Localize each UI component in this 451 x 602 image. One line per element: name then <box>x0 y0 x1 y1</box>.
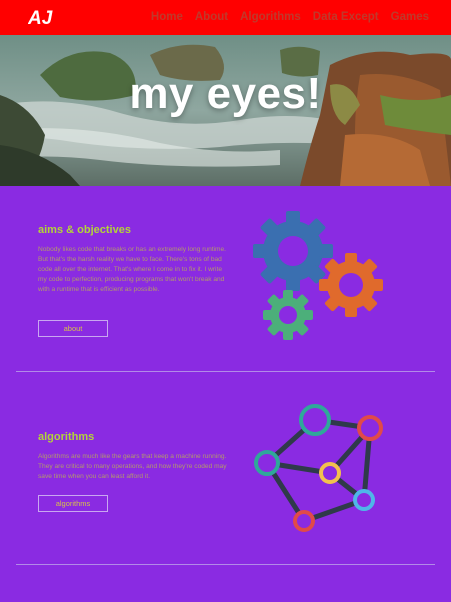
section-title-aims: aims & objectives <box>38 224 131 236</box>
algorithms-button[interactable]: algorithms <box>38 495 108 512</box>
nav-link-about[interactable]: About <box>195 11 228 23</box>
nav-links: Home About Algorithms Data Except Games <box>151 11 429 23</box>
hero-title: my eyes! <box>129 69 322 118</box>
nav-link-games[interactable]: Games <box>391 11 429 23</box>
nav-link-data-except[interactable]: Data Except <box>313 11 379 23</box>
section-body-algorithms: Algorithms are much like the gears that … <box>38 453 227 480</box>
gears-icon <box>253 211 383 340</box>
network-graph-icon <box>254 404 383 532</box>
aj-logo[interactable]: AJ <box>28 7 62 27</box>
nav-link-home[interactable]: Home <box>151 11 183 23</box>
nav-link-algorithms[interactable]: Algorithms <box>240 11 301 23</box>
section-title-algorithms: algorithms <box>38 431 95 443</box>
about-button[interactable]: about <box>38 320 108 337</box>
top-navbar: AJ Home About Algorithms Data Except Gam… <box>0 0 451 35</box>
section-divider-bottom <box>16 564 435 565</box>
svg-text:AJ: AJ <box>28 8 53 27</box>
hero-banner: my eyes! <box>0 35 451 186</box>
section-divider <box>16 371 435 372</box>
section-body-aims: Nobody likes code that breaks or has an … <box>38 246 227 293</box>
